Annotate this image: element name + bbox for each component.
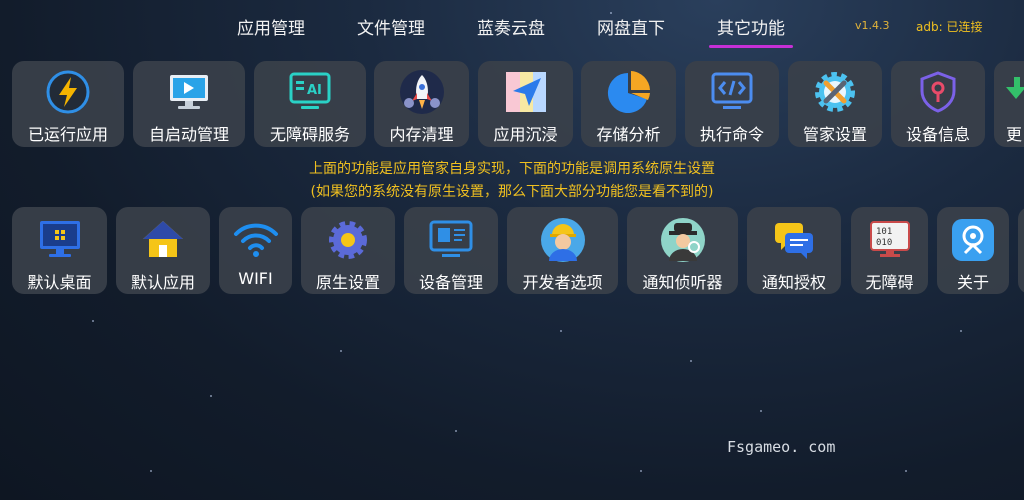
lightning-icon: [45, 69, 91, 115]
tile-manager-settings[interactable]: 管家设置: [788, 61, 882, 147]
tile-label: 更: [1006, 125, 1023, 144]
tile-app-immersive[interactable]: 应用沉浸: [478, 61, 573, 147]
tile-label: 内存清理: [389, 125, 454, 144]
code-monitor-icon: [709, 69, 755, 115]
tile-about[interactable]: 关于: [937, 207, 1009, 294]
tab-netdisk-direct[interactable]: 网盘直下: [597, 14, 665, 39]
device-manage-icon: [428, 217, 474, 263]
binary-screen-icon: 101 010: [867, 217, 913, 263]
tile-device-info[interactable]: 设备信息: [891, 61, 985, 147]
tile-accessibility-service[interactable]: AI 无障碍服务: [254, 61, 366, 147]
tile-label: 已运行应用: [27, 125, 108, 144]
tile-notification-listener[interactable]: 通知侦听器: [627, 207, 738, 294]
tile-autostart-manage[interactable]: 自启动管理: [133, 61, 245, 147]
tile-accessibility[interactable]: 101 010 无障碍: [851, 207, 928, 294]
svg-text:101: 101: [876, 227, 892, 237]
monitor-play-icon: [166, 69, 212, 115]
tile-label: 存储分析: [596, 125, 661, 144]
gear-icon: [325, 217, 371, 263]
ai-screen-icon: AI: [287, 69, 333, 115]
tab-app-manage[interactable]: 应用管理: [237, 14, 305, 39]
tile-label: 设备信息: [905, 125, 970, 144]
tile-default-apps[interactable]: 默认应用: [116, 207, 210, 294]
tile-label: 通知侦听器: [642, 273, 723, 292]
tile-storage-analysis[interactable]: 存储分析: [581, 61, 676, 147]
tile-label: 设备管理: [418, 273, 483, 292]
tile-running-apps[interactable]: 已运行应用: [12, 61, 124, 147]
tile-label: 原生设置: [315, 273, 380, 292]
home-icon: [140, 217, 186, 263]
chat-bubbles-icon: [771, 217, 817, 263]
tile-notification-auth[interactable]: 通知授权: [747, 207, 841, 294]
notice-line-1: 上面的功能是应用管家自身实现，下面的功能是调用系统原生设置: [309, 161, 715, 177]
worker-avatar-icon: [540, 217, 586, 263]
version-label: v1.4.3: [855, 19, 890, 32]
info-badge-icon: [950, 217, 996, 263]
tile-label: 通知授权: [761, 273, 826, 292]
top-nav: 应用管理 文件管理 蓝奏云盘 网盘直下 其它功能 v1.4.3 adb: 已连接: [0, 0, 1024, 52]
watermark: Fsgameo. com: [727, 438, 836, 456]
tile-default-desktop[interactable]: 默认桌面: [12, 207, 107, 294]
tile-update[interactable]: 更: [994, 61, 1024, 147]
pie-chart-icon: [606, 69, 652, 115]
tile-label: 开发者选项: [522, 273, 603, 292]
tile-label: 自启动管理: [148, 125, 229, 144]
tile-label: 无障碍服务: [269, 125, 350, 144]
tile-native-settings[interactable]: 原生设置: [301, 207, 395, 294]
notice-line-2: (如果您的系统没有原生设置，那么下面大部分功能您是看不到的): [310, 184, 714, 200]
tab-file-manage[interactable]: 文件管理: [357, 14, 425, 39]
tab-lanzou-cloud[interactable]: 蓝奏云盘: [477, 14, 545, 39]
tile-label: 关于: [956, 273, 989, 292]
rocket-icon: [399, 69, 445, 115]
tile-label: 默认应用: [130, 273, 195, 292]
svg-text:AI: AI: [307, 83, 322, 98]
tile-run-command[interactable]: 执行命令: [685, 61, 779, 147]
download-arrow-icon: [1006, 69, 1024, 115]
tile-memory-clean[interactable]: 内存清理: [374, 61, 469, 147]
desktop-icon: [37, 217, 83, 263]
tile-device-manage[interactable]: 设备管理: [404, 207, 498, 294]
tile-label: 执行命令: [699, 125, 764, 144]
tile-label: 应用沉浸: [493, 125, 558, 144]
detective-avatar-icon: [660, 217, 706, 263]
tile-overflow[interactable]: [1018, 207, 1024, 294]
shield-key-icon: [915, 69, 961, 115]
svg-text:010: 010: [876, 238, 892, 248]
map-arrow-icon: [503, 69, 549, 115]
tile-label: 管家设置: [802, 125, 867, 144]
gear-wrench-icon: [812, 69, 858, 115]
tile-label: 无障碍: [865, 273, 914, 292]
adb-status: adb: 已连接: [916, 20, 983, 34]
tile-label: 默认桌面: [27, 273, 92, 292]
tile-label: WIFI: [238, 269, 273, 288]
wifi-icon: [233, 217, 279, 263]
tile-wifi[interactable]: WIFI: [219, 207, 292, 294]
tab-other-functions[interactable]: 其它功能: [709, 14, 793, 48]
tile-developer-options[interactable]: 开发者选项: [507, 207, 618, 294]
